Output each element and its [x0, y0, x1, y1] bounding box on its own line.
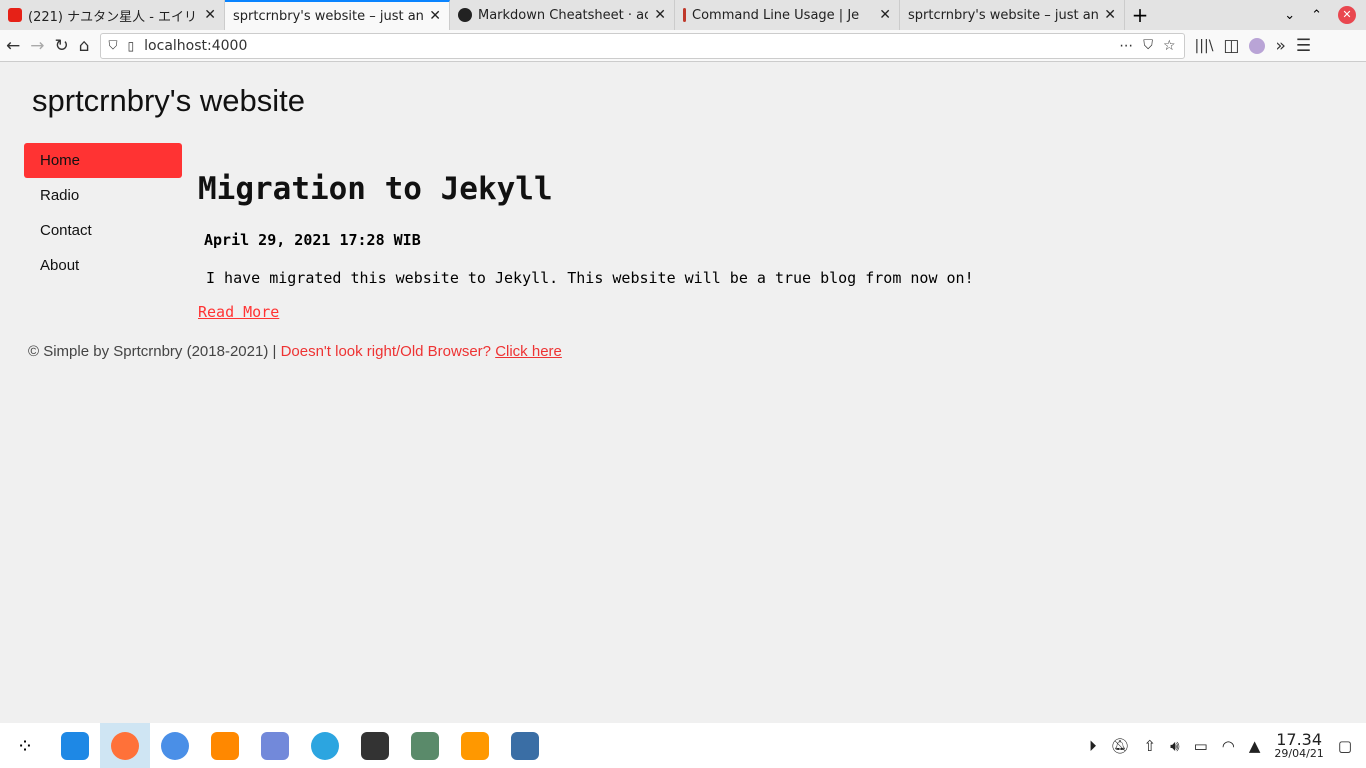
post: Migration to Jekyll April 29, 2021 17:28…: [198, 171, 974, 321]
read-more-link[interactable]: Read More: [198, 303, 974, 321]
firefox-icon[interactable]: [100, 723, 150, 768]
tab-bar: (221) ナユタン星人 - エイリ ✕ sprtcrnbry's website…: [0, 0, 1366, 30]
old-browser-notice: Doesn't look right/Old Browser?: [280, 343, 496, 360]
more-icon[interactable]: ⋯: [1119, 38, 1133, 54]
updates-icon[interactable]: ⇧: [1144, 737, 1157, 755]
tab-website-2[interactable]: sprtcrnbry's website – just and ✕: [900, 0, 1125, 30]
new-tab-button[interactable]: +: [1125, 0, 1155, 30]
terminal-icon[interactable]: [350, 723, 400, 768]
web-page: sprtcrnbry's website Home Radio Contact …: [0, 63, 1366, 723]
telegram-icon[interactable]: [300, 723, 350, 768]
files-icon[interactable]: [50, 723, 100, 768]
tab-website[interactable]: sprtcrnbry's website – just and ✕: [225, 0, 450, 30]
github-icon: [458, 8, 472, 22]
click-here-link[interactable]: Click here: [495, 343, 562, 360]
close-tab-icon[interactable]: ✕: [429, 8, 441, 24]
post-title: Migration to Jekyll: [198, 171, 553, 207]
footer: © Simple by Sprtcrnbry (2018-2021) | Doe…: [28, 343, 562, 360]
side-nav: Home Radio Contact About: [24, 143, 182, 283]
post-body: I have migrated this website to Jekyll. …: [206, 269, 974, 287]
close-tab-icon[interactable]: ✕: [204, 7, 216, 23]
system-tray: ⏵ 🔕︎ ⇧ 🔊︎ ▭ ◠ ▲ 17.34 29/04/21 ▢: [1089, 732, 1366, 760]
post-date: April 29, 2021 17:28 WIB: [204, 231, 421, 249]
clock[interactable]: 17.34 29/04/21: [1274, 732, 1323, 760]
forward-icon[interactable]: →: [30, 36, 44, 56]
tab-markdown[interactable]: Markdown Cheatsheet · ad ✕: [450, 0, 675, 30]
avatar-icon[interactable]: [1249, 37, 1266, 54]
back-icon[interactable]: ←: [6, 36, 20, 56]
nav-radio[interactable]: Radio: [24, 178, 182, 213]
wifi-icon[interactable]: ◠: [1222, 737, 1235, 755]
jekyll-icon: [683, 8, 686, 22]
close-tab-icon[interactable]: ✕: [654, 7, 666, 23]
menu-icon[interactable]: ☰: [1296, 36, 1311, 56]
star-icon[interactable]: ☆: [1163, 38, 1176, 54]
vlc-icon[interactable]: [200, 723, 250, 768]
library-icon[interactable]: |||\: [1195, 38, 1214, 54]
tab-jekyll[interactable]: Command Line Usage | Je ✕: [675, 0, 900, 30]
show-desktop-icon[interactable]: ▢: [1338, 737, 1352, 755]
sublime-text-icon[interactable]: [450, 723, 500, 768]
url-bar[interactable]: ⛉ ▯ localhost:4000 ⋯ ⛉ ☆: [99, 32, 1185, 59]
sidebar-icon[interactable]: ◫: [1223, 36, 1239, 56]
tab-youtube[interactable]: (221) ナユタン星人 - エイリ ✕: [0, 0, 225, 30]
close-tab-icon[interactable]: ✕: [879, 7, 891, 23]
tray-expand-icon[interactable]: ▲: [1249, 737, 1261, 755]
taskbar: ⁘ ⏵ 🔕︎ ⇧ 🔊︎ ▭ ◠ ▲ 17.34 29/04/21 ▢: [0, 723, 1366, 768]
reload-icon[interactable]: ↻: [55, 36, 69, 56]
home-icon[interactable]: ⌂: [79, 36, 90, 56]
wine-app-icon[interactable]: [500, 723, 550, 768]
pocket-icon[interactable]: ⛉: [1143, 38, 1153, 53]
nav-home[interactable]: Home: [24, 143, 182, 178]
page-icon: ▯: [127, 38, 135, 53]
close-tab-icon[interactable]: ✕: [1104, 7, 1116, 23]
media-play-icon[interactable]: ⏵: [1089, 737, 1097, 755]
app-launcher-icon[interactable]: ⁘: [0, 723, 50, 768]
url-text[interactable]: localhost:4000: [144, 38, 1109, 54]
notifications-off-icon[interactable]: 🔕︎: [1111, 737, 1130, 755]
maximize-icon[interactable]: ⌃: [1311, 8, 1322, 23]
battery-icon[interactable]: ▭: [1194, 737, 1208, 755]
network-manager-icon[interactable]: [400, 723, 450, 768]
overflow-icon[interactable]: »: [1275, 36, 1285, 56]
close-window-icon[interactable]: ✕: [1338, 6, 1356, 24]
site-title: sprtcrnbry's website: [32, 83, 305, 118]
minimize-icon[interactable]: ⌄: [1284, 8, 1295, 23]
copyright: © Simple by Sprtcrnbry (2018-2021) |: [28, 343, 281, 360]
volume-icon[interactable]: 🔊︎: [1170, 737, 1179, 755]
youtube-icon: [8, 8, 22, 22]
nav-bar: ← → ↻ ⌂ ⛉ ▯ localhost:4000 ⋯ ⛉ ☆ |||\ ◫ …: [0, 30, 1366, 62]
nav-contact[interactable]: Contact: [24, 213, 182, 248]
nav-about[interactable]: About: [24, 248, 182, 283]
discord-icon[interactable]: [250, 723, 300, 768]
chromium-icon[interactable]: [150, 723, 200, 768]
shield-icon[interactable]: ⛉: [109, 38, 118, 53]
